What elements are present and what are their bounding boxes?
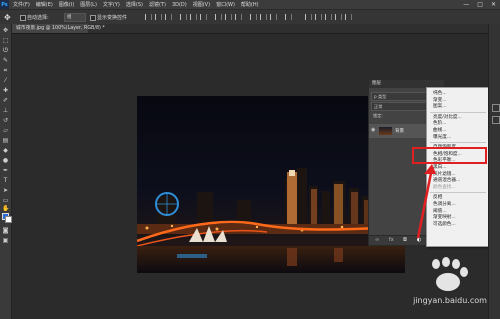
- city-night-photo: [137, 96, 405, 273]
- panel-toggle-icon[interactable]: [492, 104, 500, 112]
- distribute-top-icon[interactable]: [215, 14, 222, 20]
- show-transform-checkbox[interactable]: [90, 15, 96, 21]
- distribute-bottom-icon[interactable]: [235, 14, 242, 20]
- align-right-icon[interactable]: [200, 14, 207, 20]
- menu-item[interactable]: 色阶...: [433, 121, 447, 126]
- menu-layer[interactable]: 图层(L): [80, 1, 97, 8]
- lock-label: 锁定:: [373, 113, 383, 118]
- distribute-hcenter-icon[interactable]: [260, 14, 267, 20]
- layer-thumbnail: [379, 127, 392, 135]
- auto-select-label: 自动选择:: [27, 15, 49, 21]
- healing-brush-tool-icon[interactable]: ✚: [2, 88, 9, 94]
- menu-item[interactable]: 渐变...: [433, 98, 447, 103]
- minimize-button[interactable]: —: [463, 0, 469, 9]
- quick-select-tool-icon[interactable]: ✎: [2, 58, 9, 64]
- move-tool-icon[interactable]: ✥: [4, 13, 13, 22]
- panel-toggle-icon[interactable]: [492, 116, 500, 124]
- baidu-paw-logo-icon: [432, 257, 468, 291]
- 3d-pan-icon[interactable]: [325, 14, 332, 20]
- kind-label: p 类型: [374, 94, 387, 99]
- lasso-tool-icon[interactable]: ᘎ: [2, 48, 9, 54]
- eyedropper-tool-icon[interactable]: ⁄: [2, 78, 9, 84]
- align-vcenter-icon[interactable]: [155, 14, 162, 20]
- close-button[interactable]: ✕: [491, 0, 496, 9]
- menu-3d[interactable]: 3D(D): [172, 2, 187, 8]
- align-left-icon[interactable]: [180, 14, 187, 20]
- menu-item[interactable]: 纯色...: [433, 91, 447, 96]
- watermark-text: jingyan.baidu.com: [413, 296, 487, 305]
- blend-mode-label: 正常: [374, 104, 383, 109]
- menu-type[interactable]: 文字(Y): [103, 1, 120, 8]
- menu-image[interactable]: 图像(I): [59, 1, 74, 8]
- distribute-left-icon[interactable]: [250, 14, 257, 20]
- menu-help[interactable]: 帮助(H): [241, 1, 259, 8]
- brush-tool-icon[interactable]: ✐: [2, 98, 9, 104]
- auto-select-checkbox[interactable]: [20, 15, 26, 21]
- blur-tool-icon[interactable]: ◆: [2, 148, 9, 154]
- maximize-button[interactable]: □: [477, 0, 483, 9]
- type-tool-icon[interactable]: T: [2, 178, 9, 184]
- menu-filter[interactable]: 滤镜(T): [149, 1, 166, 8]
- menu-view[interactable]: 视图(V): [193, 1, 210, 8]
- 3d-orbit-icon[interactable]: [305, 14, 312, 20]
- baidu-watermark: jingyan.baidu.com: [400, 256, 500, 316]
- auto-select-dropdown[interactable]: 组: [64, 13, 86, 22]
- dodge-tool-icon[interactable]: ●: [2, 158, 9, 164]
- screen-mode-icon[interactable]: ▣: [2, 238, 9, 244]
- clone-stamp-tool-icon[interactable]: ⊥: [2, 108, 9, 114]
- fx-icon[interactable]: fx: [389, 237, 394, 243]
- crop-tool-icon[interactable]: ⌗: [2, 68, 9, 74]
- document-tab-bar: 城市夜景.jpg @ 100%(Layer, RGB/8) *: [12, 24, 500, 34]
- window-controls: — □ ✕: [463, 0, 496, 9]
- menu-item[interactable]: 曝光度...: [433, 135, 451, 140]
- path-select-tool-icon[interactable]: ➤: [2, 188, 9, 194]
- 3d-roll-icon[interactable]: [315, 14, 322, 20]
- document-tab[interactable]: 城市夜景.jpg @ 100%(Layer, RGB/8) *: [12, 24, 105, 33]
- menu-edit[interactable]: 编辑(E): [36, 1, 53, 8]
- align-hcenter-icon[interactable]: [190, 14, 197, 20]
- menu-separator: [430, 111, 486, 113]
- move-tool-icon[interactable]: ✥: [2, 28, 9, 34]
- photoshop-logo-icon: Ps: [0, 0, 9, 9]
- marquee-tool-icon[interactable]: ⬚: [2, 38, 9, 44]
- menu-item[interactable]: 曲线...: [433, 128, 447, 133]
- auto-align-icon[interactable]: [285, 14, 292, 20]
- link-layers-icon[interactable]: ∞: [375, 237, 379, 243]
- distribute-right-icon[interactable]: [270, 14, 277, 20]
- history-brush-tool-icon[interactable]: ↺: [2, 118, 9, 124]
- quick-mask-icon[interactable]: ◙: [2, 228, 9, 234]
- menu-select[interactable]: 选择(S): [126, 1, 143, 8]
- tools-panel: ✥ ⬚ ᘎ ✎ ⌗ ⁄ ✚ ✐ ⊥ ↺ ▱ ▤ ◆ ● ✒ T ➤ ▭ ✋ ◙ …: [0, 24, 12, 319]
- 3d-scale-icon[interactable]: [345, 14, 352, 20]
- align-top-icon[interactable]: [145, 14, 152, 20]
- eraser-tool-icon[interactable]: ▱: [2, 128, 9, 134]
- gradient-tool-icon[interactable]: ▤: [2, 138, 9, 144]
- distribute-vcenter-icon[interactable]: [225, 14, 232, 20]
- hand-tool-icon[interactable]: ✋: [2, 206, 9, 212]
- menu-item[interactable]: 图案...: [433, 104, 447, 109]
- align-bottom-icon[interactable]: [165, 14, 172, 20]
- 3d-slide-icon[interactable]: [335, 14, 342, 20]
- background-color-swatch[interactable]: [5, 216, 12, 223]
- menu-separator: [430, 142, 486, 144]
- canvas-image[interactable]: [137, 96, 405, 273]
- menu-window[interactable]: 窗口(W): [216, 1, 235, 8]
- shape-tool-icon[interactable]: ▭: [2, 198, 9, 204]
- menu-bar: Ps 文件(F) 编辑(E) 图像(I) 图层(L) 文字(Y) 选择(S) 滤…: [0, 0, 500, 9]
- show-transform-label: 显示变换控件: [97, 15, 128, 21]
- eye-icon[interactable]: ◉: [371, 127, 375, 133]
- pen-tool-icon[interactable]: ✒: [2, 168, 9, 174]
- layer-name: 背景: [395, 129, 404, 134]
- menu-file[interactable]: 文件(F): [13, 1, 30, 8]
- pointer-arrow-icon: [416, 164, 436, 239]
- menu-item[interactable]: 亮度/对比度...: [433, 115, 462, 120]
